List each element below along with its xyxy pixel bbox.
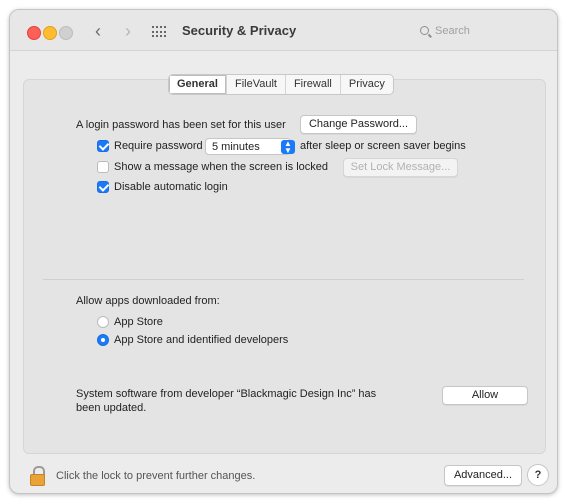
- security-privacy-window: ‹ › Security & Privacy Search General Fi…: [9, 9, 558, 494]
- close-window-button[interactable]: [27, 26, 41, 40]
- back-chevron-icon[interactable]: ‹: [88, 20, 108, 42]
- tab-firewall[interactable]: Firewall: [286, 75, 341, 94]
- search-icon: [420, 26, 429, 35]
- system-software-message-line2: been updated.: [76, 402, 147, 414]
- title-bar: ‹ › Security & Privacy Search: [10, 10, 557, 51]
- popup-chevron-updown-icon: ▲ ▼: [281, 140, 295, 155]
- require-password-delay-value: 5 minutes: [212, 141, 260, 153]
- tab-general[interactable]: General: [169, 75, 227, 94]
- require-password-delay-popup[interactable]: 5 minutes: [205, 138, 291, 155]
- require-password-checkbox[interactable]: [97, 140, 109, 152]
- login-password-text: A login password has been set for this u…: [76, 119, 286, 131]
- allow-button[interactable]: Allow: [442, 386, 528, 405]
- tab-filevault[interactable]: FileVault: [227, 75, 286, 94]
- radio-app-store[interactable]: [97, 316, 109, 328]
- advanced-button[interactable]: Advanced...: [444, 465, 522, 486]
- search-field[interactable]: Search: [420, 22, 538, 40]
- lock-status-text: Click the lock to prevent further change…: [56, 470, 256, 482]
- change-password-button[interactable]: Change Password...: [300, 115, 417, 134]
- radio-app-store-label: App Store: [114, 316, 163, 328]
- show-message-checkbox[interactable]: [97, 161, 109, 173]
- search-placeholder: Search: [435, 25, 470, 37]
- help-button[interactable]: ?: [527, 464, 549, 486]
- disable-auto-login-checkbox[interactable]: [97, 181, 109, 193]
- system-software-message-line1: System software from developer “Blackmag…: [76, 388, 377, 400]
- set-lock-message-button[interactable]: Set Lock Message...: [343, 158, 458, 177]
- radio-identified-developers-label: App Store and identified developers: [114, 334, 289, 346]
- allow-apps-heading: Allow apps downloaded from:: [76, 295, 220, 307]
- section-divider: [43, 279, 524, 280]
- tab-bar: General FileVault Firewall Privacy: [168, 74, 394, 95]
- radio-identified-developers[interactable]: [97, 334, 109, 346]
- require-password-label: Require password: [114, 140, 203, 152]
- tab-privacy[interactable]: Privacy: [341, 75, 393, 94]
- minimize-window-button[interactable]: [43, 26, 57, 40]
- window-title: Security & Privacy: [182, 23, 297, 38]
- show-all-grid-icon[interactable]: [152, 26, 166, 38]
- forward-chevron-icon[interactable]: ›: [118, 20, 138, 42]
- zoom-window-button[interactable]: [59, 26, 73, 40]
- lock-icon[interactable]: [30, 466, 46, 486]
- show-message-label: Show a message when the screen is locked: [114, 161, 329, 173]
- after-sleep-text: after sleep or screen saver begins: [300, 140, 466, 152]
- disable-auto-login-label: Disable automatic login: [114, 181, 228, 193]
